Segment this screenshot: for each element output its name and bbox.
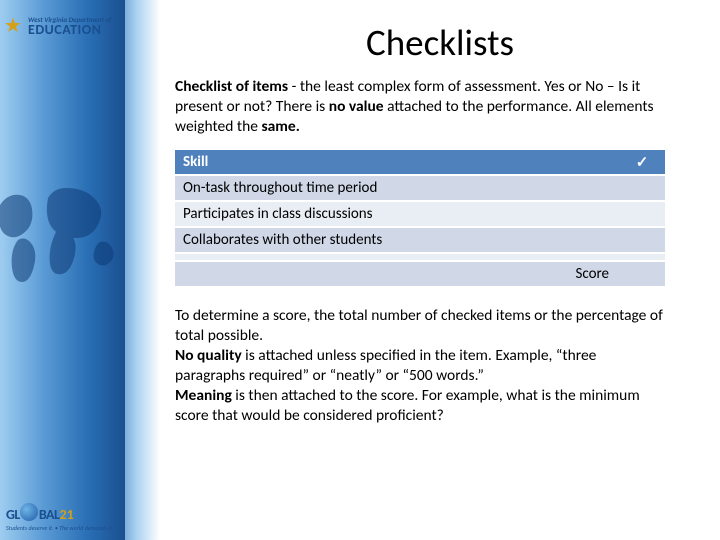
skill-cell xyxy=(175,253,619,261)
table-row xyxy=(175,253,665,261)
table-row: On-task throughout time period xyxy=(175,175,665,201)
global21-suffix: BAL xyxy=(39,506,60,523)
skill-cell: Participates in class discussions xyxy=(175,201,619,227)
check-cell xyxy=(619,201,665,227)
outro-paragraph: To determine a score, the total number o… xyxy=(175,306,665,425)
global21-prefix: GL xyxy=(6,506,20,523)
table-row: Collaborates with other students xyxy=(175,227,665,253)
check-cell xyxy=(619,227,665,253)
global21-number: 21 xyxy=(59,506,73,523)
check-cell xyxy=(619,253,665,261)
intro-paragraph: Checklist of items - the least complex f… xyxy=(175,77,665,136)
world-map-icon xyxy=(0,170,130,290)
skill-cell: Collaborates with other students xyxy=(175,227,619,253)
skill-cell: On-task throughout time period xyxy=(175,175,619,201)
globe-icon xyxy=(20,503,38,521)
star-icon: ★ xyxy=(4,15,26,37)
wv-education-logo: ★ West Virginia Department of EDUCATION xyxy=(4,6,134,46)
global21-tagline: Students deserve it. • The world demands… xyxy=(6,524,116,532)
score-cell xyxy=(619,261,665,287)
col-header-skill: Skill xyxy=(175,150,619,175)
check-cell xyxy=(619,175,665,201)
col-header-check: ✓ xyxy=(619,150,665,175)
page-title: Checklists xyxy=(210,20,670,65)
table-row: Participates in class discussions xyxy=(175,201,665,227)
sidebar-gradient: ★ West Virginia Department of EDUCATION … xyxy=(0,0,160,540)
logo-main-word: EDUCATION xyxy=(28,23,111,37)
score-label: Score xyxy=(175,261,619,287)
score-row: Score xyxy=(175,261,665,287)
slide-content: Checklists Checklist of items - the leas… xyxy=(175,0,705,540)
global21-logo: GL BAL 21 Students deserve it. • The wor… xyxy=(6,501,116,532)
skills-table: Skill ✓ On-task throughout time period P… xyxy=(175,150,665,288)
